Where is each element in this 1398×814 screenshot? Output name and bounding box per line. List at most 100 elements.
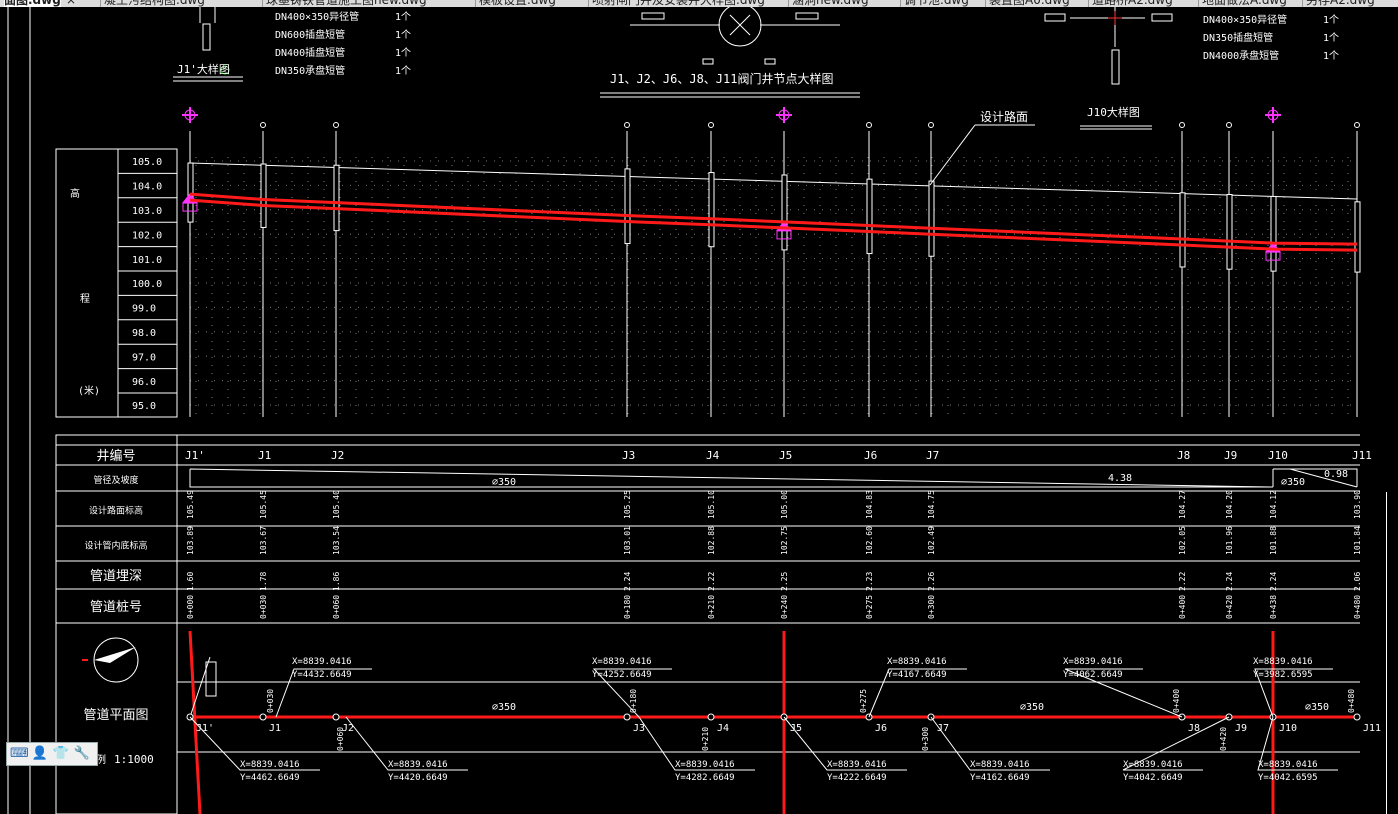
cad-drawing-canvas[interactable]: J1'大样图 DN400×350异径管 1个 DN600插盘短管 1个 DN400插盘短… [0,7,1398,814]
side-panel[interactable] [1386,492,1398,814]
well-id: J10 [1268,449,1288,462]
elevation-tick: 95.0 [132,401,156,412]
tab-separator [262,0,263,7]
flange [1151,13,1173,22]
coord-x: X=8839.0416 [1253,657,1313,667]
pipe-depth: 2.25 [780,572,789,591]
well-top-marker [1226,122,1232,128]
document-tab-bar: 面图.dwg 凝土污结构图.dwg 球墨铸铁管道施工图new.dwg 模板设置.dwg… [0,0,1398,7]
station-number: 0+300 [927,595,936,619]
row-label-station: 管道桩号 [90,600,142,615]
well-id: J7 [926,449,939,462]
pipe-depth: 2.06 [1353,572,1362,591]
coord-y: Y=4042.6595 [1258,773,1318,783]
coord-y: Y=4420.6649 [388,773,448,783]
user-icon[interactable]: 👤 [31,745,49,763]
document-tab[interactable]: 喷射闸门井及安装井大样图.dwg [592,0,765,7]
pipe-depth: 2.26 [927,572,936,591]
shirt-icon[interactable]: 👕 [52,745,70,763]
well-id: J1 [258,449,271,462]
plan-pipe-diameter: ⌀350 [1020,702,1044,713]
elevation-label: 高 [70,187,80,200]
plan-station: 0+210 [701,727,710,751]
tab-separator [1198,0,1199,7]
document-tab[interactable]: 模板设置.dwg [479,0,556,7]
coord-y: Y=4062.6649 [1063,670,1123,680]
station-number: 0+275 [865,595,874,619]
manhole-post [333,164,340,232]
station-number: 0+438 [1269,595,1278,619]
tab-separator [985,0,986,7]
well-top-marker [1354,122,1360,128]
red-crosshair [1108,11,1122,25]
elevation-tick: 101.0 [132,255,162,266]
document-tab[interactable]: 装置图A0.dwg [989,0,1070,7]
station-number: 0+060 [332,595,341,619]
fitting-name: DN350承盘短管 [275,64,345,77]
plan-well-id: J3 [633,723,645,734]
well-id: J4 [706,449,720,462]
document-tab[interactable]: 涵洞new.dwg [792,0,869,7]
document-tab[interactable]: 另存A2.dwg [1306,0,1375,7]
coord-y: Y=4167.6649 [887,670,947,680]
tab-close-icon[interactable]: × [66,0,76,7]
plan-station: 0+275 [859,689,868,713]
coord-x: X=8839.0416 [240,760,300,770]
fitting-name: DN400插盘短管 [275,46,345,59]
manhole-post [1179,192,1186,268]
plan-well-id: J7 [937,723,949,734]
coord-x: X=8839.0416 [592,657,652,667]
road-elevation: 105.25 [623,490,632,519]
station-number: 0+420 [1225,595,1234,619]
document-tab[interactable]: 面图.dwg [4,0,61,7]
plan-view-label: 管道平面图 [83,708,148,723]
elevation-tick: 99.0 [132,304,156,315]
elevation-tick: 102.0 [132,230,162,241]
elevation-tick: 105.0 [132,157,162,168]
pipe-depth: 2.24 [1225,572,1234,591]
row-label-slope: 管径及坡度 [93,474,138,486]
wrench-icon[interactable]: 🔧 [73,745,91,763]
document-tab[interactable]: 凝土污结构图.dwg [104,0,205,7]
document-tab[interactable]: 道路桥A2.dwg [1092,0,1173,7]
row-label-road: 设计路面标高 [89,505,143,517]
fitting-name: DN4000承盘短管 [1203,49,1279,62]
document-tab[interactable]: 地面做法A.dwg [1202,0,1287,7]
road-surface-label: 设计路面 [980,109,1028,124]
tab-separator [1088,0,1089,7]
coord-x: X=8839.0416 [970,760,1030,770]
road-elevation: 103.90 [1353,490,1362,519]
plan-manhole [259,713,267,721]
invert-elevation: 102.75 [780,526,789,555]
coord-y: Y=4282.6649 [675,773,735,783]
fitting-qty: 1个 [395,47,411,59]
fitting-qty: 1个 [1323,50,1339,62]
well-id: J5 [779,449,792,462]
tab-separator [475,0,476,7]
fitting-name: DN350插盘短管 [1203,31,1273,44]
coord-x: X=8839.0416 [887,657,947,667]
pipe-depth: 2.24 [623,572,632,591]
invert-elevation: 102.49 [927,526,936,555]
fitting-name: DN600插盘短管 [275,28,345,41]
invert-elevation: 103.01 [623,526,632,555]
fitting-qty: 1个 [1323,32,1339,44]
keyboard-icon[interactable]: ⌨ [10,745,29,763]
flange [1044,13,1066,22]
coord-x: X=8839.0416 [388,760,448,770]
plan-well-id: J1 [269,723,281,734]
invert-elevation: 102.05 [1178,526,1187,555]
fitting-name: DN400×350异径管 [275,10,359,23]
document-tab[interactable]: 球墨铸铁管道施工图new.dwg [266,0,427,7]
coord-x: X=8839.0416 [675,760,735,770]
road-elevation: 105.10 [707,490,716,519]
manhole-post [1354,201,1361,273]
plan-well-id: J9 [1235,723,1247,734]
station-number: 0+000 [186,595,195,619]
pipe-depth: 2.22 [1178,572,1187,591]
document-tab[interactable]: 调节池.dwg [904,0,969,7]
well-id: J1' [185,449,205,462]
station-number: 0+480 [1353,595,1362,619]
fitting-cross-icon [182,107,198,123]
plan-station: 0+300 [921,727,930,751]
